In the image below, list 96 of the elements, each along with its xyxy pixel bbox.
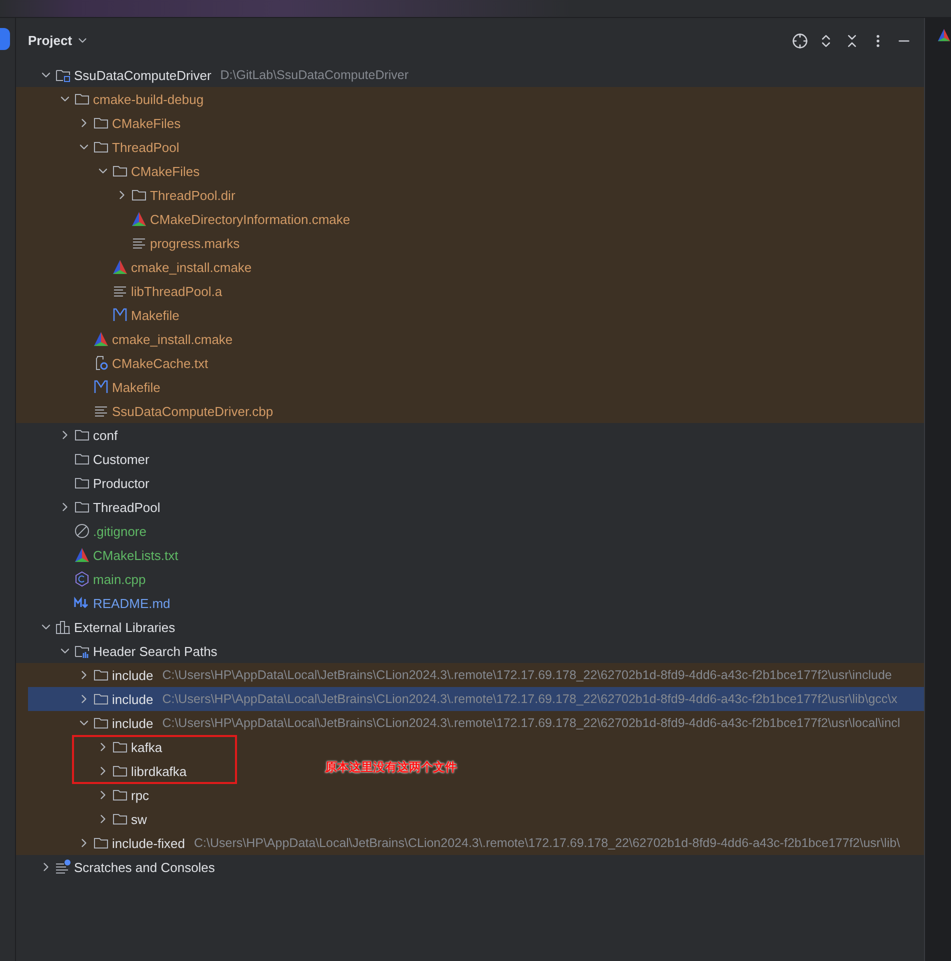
library-icon <box>55 619 71 635</box>
tree-item-label[interactable]: librdkafka <box>131 764 187 778</box>
tree-item-label[interactable]: Productor <box>93 476 150 490</box>
folder-icon <box>74 499 90 515</box>
folder-icon <box>112 787 128 803</box>
panel-title[interactable]: Project <box>28 33 72 48</box>
tree-item-label[interactable]: rpc <box>131 788 150 802</box>
path-hint: D:\GitLab\SsuDataComputeDriver <box>220 68 409 82</box>
tree-row[interactable]: rpc <box>16 783 924 807</box>
folder-icon <box>74 427 90 443</box>
tree-item-label[interactable]: include <box>112 692 154 706</box>
tree-item-label[interactable]: SsuDataComputeDriver <box>74 68 212 82</box>
tree-item-label[interactable]: main.cpp <box>93 572 146 586</box>
tree-item-label[interactable]: CMakeFiles <box>131 164 200 178</box>
tree-item-label[interactable]: cmake-build-debug <box>93 92 204 106</box>
folder-icon <box>112 739 128 755</box>
tree-row[interactable]: CMakeDirectoryInformation.cmake <box>16 207 924 231</box>
makefile-icon <box>112 307 128 323</box>
path-hint: C:\Users\HP\AppData\Local\JetBrains\CLion2024.3\.remote\172.17.69.178_22\62702b1d-8fd9-4dd6-a43c-f2b1bce177f2\usr\lib\ <box>194 836 900 850</box>
cmake-icon <box>937 28 951 42</box>
tree-row[interactable]: cmake-build-debug <box>16 87 924 111</box>
folder-icon <box>112 763 128 779</box>
folder-icon <box>112 163 128 179</box>
tree-item-label[interactable]: CMakeCache.txt <box>112 356 208 370</box>
tree-item-label[interactable]: CMakeDirectoryInformation.cmake <box>150 212 350 226</box>
header-folder-icon <box>74 643 90 659</box>
annotation-text: 原本这里没有这两个文件 <box>325 759 457 776</box>
tree-item-label[interactable]: CMakeLists.txt <box>93 548 178 562</box>
cmake-icon <box>112 259 128 275</box>
tree-item-label[interactable]: Makefile <box>112 380 160 394</box>
tree-item-label[interactable]: include <box>112 668 154 682</box>
folder-icon <box>74 451 90 467</box>
path-hint: C:\Users\HP\AppData\Local\JetBrains\CLion2024.3\.remote\172.17.69.178_22\62702b1d-8fd9-4dd6-a43c-f2b1bce177f2\usr\local\incl <box>162 716 900 730</box>
tree-item-label[interactable]: .gitignore <box>93 524 146 538</box>
tree-row[interactable]: Makefile <box>16 303 924 327</box>
tree-item-label[interactable]: include <box>112 716 154 730</box>
tree-row[interactable]: SsuDataComputeDriver.cbp <box>16 399 924 423</box>
cmake-icon <box>93 331 109 347</box>
settings-file-icon <box>93 355 109 371</box>
tree-row[interactable]: kafka <box>16 735 924 759</box>
folder-icon <box>112 811 128 827</box>
folder-icon <box>93 115 109 131</box>
tree-row[interactable]: CMakeFiles <box>16 111 924 135</box>
tree-item-label[interactable]: cmake_install.cmake <box>112 332 233 346</box>
locate-icon[interactable] <box>792 32 808 48</box>
tree-item-label[interactable]: ThreadPool <box>112 140 180 154</box>
tree-row[interactable]: sw <box>16 807 924 831</box>
tree-row[interactable]: cmake_install.cmake <box>16 255 924 279</box>
tree-row[interactable]: ThreadPool <box>16 135 924 159</box>
scratches-icon <box>55 859 71 875</box>
tree-item-label[interactable]: kafka <box>131 740 162 754</box>
selected-tree-row[interactable]: include C:\Users\HP\AppData\Local\JetBrains\CLion2024.3\.remote\172.17.69.178_22\62702b1d-8fd9-4dd6-a43c-f2b1bce177f2\usr\lib\gcc\x <box>16 687 924 711</box>
tree-row[interactable]: Makefile <box>16 375 924 399</box>
tree-row[interactable]: include C:\Users\HP\AppData\Local\JetBrains\CLion2024.3\.remote\172.17.69.178_22\62702b1d-8fd9-4dd6-a43c-f2b1bce177f2\usr\local\incl <box>16 711 924 735</box>
tree-row[interactable]: include C:\Users\HP\AppData\Local\JetBrains\CLion2024.3\.remote\172.17.69.178_22\62702b1d-8fd9-4dd6-a43c-f2b1bce177f2\usr\include <box>16 663 924 687</box>
tree-row[interactable]: libThreadPool.a <box>16 279 924 303</box>
folder-icon <box>93 691 109 707</box>
cmake-icon <box>74 547 90 563</box>
tree-item-label[interactable]: README.md <box>93 596 170 610</box>
tree-row[interactable]: include-fixed C:\Users\HP\AppData\Local\JetBrains\CLion2024.3\.remote\172.17.69.178_22\62702b1d-8fd9-4dd6-a43c-f2b1bce177f2\usr\lib\ <box>16 831 924 855</box>
tree-item-label[interactable]: cmake_install.cmake <box>131 260 252 274</box>
tree-row[interactable]: cmake_install.cmake <box>16 327 924 351</box>
cmake-icon <box>131 211 147 227</box>
tree-item-label[interactable]: ThreadPool <box>93 500 160 514</box>
cpp-file-icon <box>74 571 90 587</box>
tree-item-label[interactable]: Header Search Paths <box>93 644 218 658</box>
tree-item-label[interactable]: CMakeFiles <box>112 116 181 130</box>
folder-icon <box>93 667 109 683</box>
ignore-icon <box>74 523 90 539</box>
tree-item-label[interactable]: Makefile <box>131 308 180 322</box>
tree-item-label[interactable]: libThreadPool.a <box>131 284 222 298</box>
makefile-icon <box>93 379 109 395</box>
folder-icon <box>131 187 147 203</box>
tree-item-label[interactable]: conf <box>93 428 118 442</box>
tree-row[interactable]: ThreadPool.dir <box>16 183 924 207</box>
tree-item-label[interactable]: include-fixed <box>112 836 185 850</box>
folder-icon <box>93 139 109 155</box>
project-tool-icon[interactable] <box>0 28 10 50</box>
path-hint: C:\Users\HP\AppData\Local\JetBrains\CLion2024.3\.remote\172.17.69.178_22\62702b1d-8fd9-4dd6-a43c-f2b1bce177f2\usr\lib\gcc\x <box>162 692 898 706</box>
path-hint: C:\Users\HP\AppData\Local\JetBrains\CLion2024.3\.remote\172.17.69.178_22\62702b1d-8fd9-4dd6-a43c-f2b1bce177f2\usr\include <box>162 668 892 682</box>
tree-row[interactable]: CMakeCache.txt <box>16 351 924 375</box>
tree-item-label[interactable]: ThreadPool.dir <box>150 188 236 202</box>
tree-row[interactable]: CMakeFiles <box>16 159 924 183</box>
tree-item-label[interactable]: sw <box>131 812 147 826</box>
tree-item-label[interactable]: Scratches and Consoles <box>74 860 215 874</box>
module-folder-icon <box>55 67 71 83</box>
tree-item-label[interactable]: External Libraries <box>74 620 176 634</box>
folder-icon <box>93 715 109 731</box>
folder-icon <box>93 835 109 851</box>
tree-item-label[interactable]: SsuDataComputeDriver.cbp <box>112 404 274 418</box>
tree-row[interactable]: progress.marks <box>16 231 924 255</box>
tree-item-label[interactable]: Customer <box>93 452 150 466</box>
tree-item-label[interactable]: progress.marks <box>150 236 240 250</box>
folder-icon <box>74 91 90 107</box>
folder-icon <box>74 475 90 491</box>
markdown-icon <box>74 595 90 611</box>
